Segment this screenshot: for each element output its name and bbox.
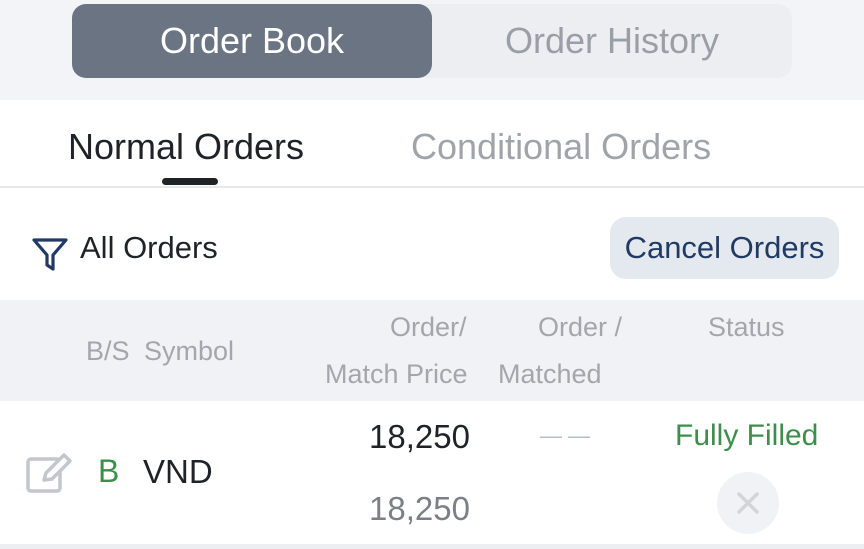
segment-control: Order Book Order History [72,4,792,78]
segment-order-book[interactable]: Order Book [72,4,432,78]
table-header: B/S Symbol Order/ Match Price Order / Ma… [0,300,864,401]
row-divider [0,544,864,549]
header-order-volume: Order / [538,312,623,342]
order-price: 18,250 [369,418,470,455]
filter-icon[interactable] [30,234,70,274]
header-bs: B/S [86,336,130,366]
header-symbol: Symbol [144,336,235,366]
order-tabs: Normal Orders Conditional Orders [0,100,864,188]
tab-conditional-orders[interactable]: Conditional Orders [411,126,711,168]
order-side: B [98,453,120,489]
header-matched-volume: Matched [498,359,602,389]
close-icon [737,492,759,514]
header-status: Status [708,312,785,342]
order-symbol: VND [143,453,213,490]
order-volume: — — [540,423,591,448]
filter-row: All Orders Cancel Orders [0,188,864,300]
table-row[interactable]: B VND 18,250 18,250 — — Fully Filled [0,401,864,549]
tab-normal-orders[interactable]: Normal Orders [68,126,304,168]
cancel-order-button[interactable] [717,472,779,534]
header-order-price: Order/ [390,312,467,342]
header-match-price: Match Price [325,359,468,389]
active-tab-indicator [162,178,218,185]
order-status: Fully Filled [675,419,819,452]
segment-order-history[interactable]: Order History [432,4,792,78]
edit-icon[interactable] [24,447,74,497]
cancel-orders-button[interactable]: Cancel Orders [610,217,839,279]
filter-label[interactable]: All Orders [80,230,218,266]
match-price: 18,250 [369,490,470,527]
